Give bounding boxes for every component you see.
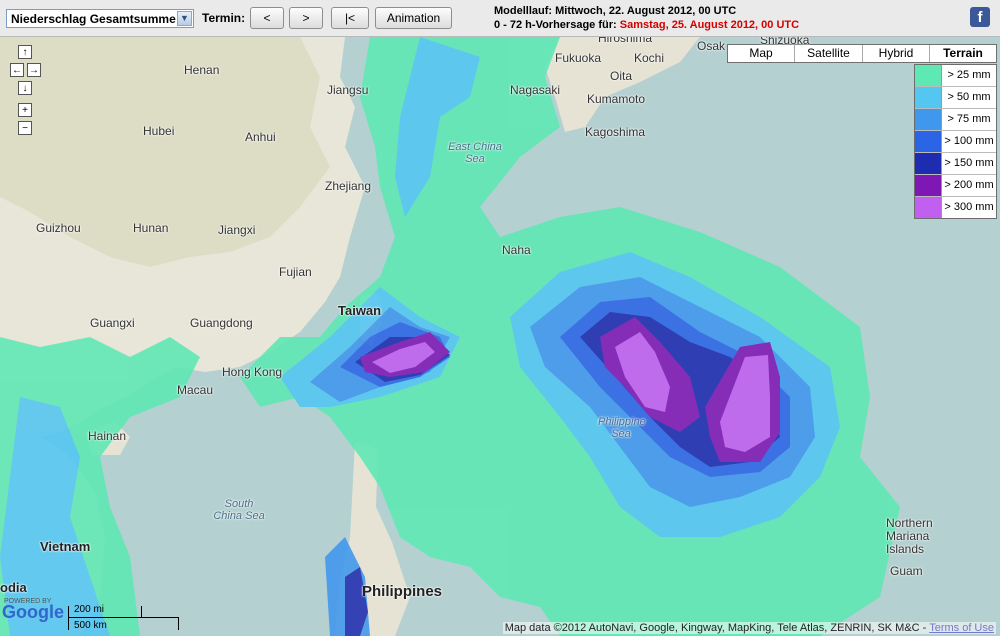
- label-hunan: Hunan: [133, 221, 169, 235]
- chevron-down-icon[interactable]: ▼: [177, 11, 192, 26]
- label-hongkong: Hong Kong: [222, 365, 283, 379]
- facebook-icon[interactable]: f: [970, 7, 990, 27]
- legend-row: > 300 mm: [915, 197, 996, 218]
- label-hainan: Hainan: [88, 429, 127, 443]
- next-button[interactable]: >: [289, 7, 323, 29]
- label-osaka: Osak: [697, 39, 726, 53]
- label-northern-mariana: Northern Mariana Islands: [886, 516, 933, 556]
- legend-label: > 200 mm: [944, 179, 994, 191]
- legend-label: > 75 mm: [947, 113, 991, 125]
- legend-row: > 200 mm: [915, 175, 996, 197]
- precipitation-legend: > 25 mm > 50 mm > 75 mm > 100 mm > 150 mm > 2…: [914, 64, 997, 219]
- label-hiroshima: Hiroshima: [598, 37, 653, 45]
- label-anhui: Anhui: [245, 130, 276, 144]
- forecast-prefix: 0 - 72 h-Vorhersage für:: [494, 19, 617, 31]
- scale-line: [68, 617, 178, 618]
- label-taiwan: Taiwan: [338, 303, 382, 318]
- label-jiangsu: Jiangsu: [327, 83, 369, 97]
- map-type-hybrid[interactable]: Hybrid: [863, 45, 930, 62]
- label-philippines: Philippines: [362, 583, 443, 600]
- map-view[interactable]: ↑ ← → ↓ + − Map Satellite Hybrid Terrain…: [0, 37, 1000, 636]
- label-naha: Naha: [502, 243, 531, 257]
- map-type-map[interactable]: Map: [728, 45, 795, 62]
- legend-row: > 50 mm: [915, 87, 996, 109]
- label-guizhou: Guizhou: [36, 221, 81, 235]
- label-henan: Henan: [184, 63, 220, 77]
- legend-swatch: [915, 87, 942, 108]
- legend-label: > 50 mm: [947, 91, 991, 103]
- label-guangxi: Guangxi: [90, 316, 135, 330]
- label-guangdong: Guangdong: [190, 316, 253, 330]
- label-east-china-sea: East China Sea: [448, 141, 502, 165]
- label-shizuoka: Shizuoka: [760, 37, 810, 47]
- forecast-date: Samstag, 25. August 2012, 00 UTC: [619, 19, 800, 31]
- zoom-in-icon[interactable]: +: [18, 103, 32, 117]
- label-guam: Guam: [890, 564, 923, 578]
- legend-swatch: [915, 197, 942, 218]
- scale-tick: [178, 617, 179, 630]
- attribution-text: Map data ©2012 AutoNavi, Google, Kingway…: [504, 622, 927, 634]
- label-hubei: Hubei: [143, 124, 175, 138]
- legend-row: > 150 mm: [915, 153, 996, 175]
- label-philippine-sea: Philippine Sea: [598, 416, 646, 440]
- map-attribution: Map data ©2012 AutoNavi, Google, Kingway…: [502, 622, 996, 634]
- scale-bar: 200 mi 500 km: [68, 604, 180, 632]
- label-nagasaki: Nagasaki: [510, 83, 561, 97]
- label-kumamoto: Kumamoto: [587, 92, 646, 106]
- pan-right-icon[interactable]: →: [27, 63, 41, 77]
- terms-of-use-link[interactable]: Terms of Use: [929, 622, 994, 634]
- model-run-text: Modelllauf: Mittwoch, 22. August 2012, 0…: [494, 5, 737, 17]
- label-zhejiang: Zhejiang: [325, 179, 372, 193]
- map-type-satellite[interactable]: Satellite: [795, 45, 863, 62]
- label-fukuoka: Fukuoka: [555, 51, 602, 65]
- animation-button[interactable]: Animation: [375, 7, 452, 29]
- zoom-out-icon[interactable]: −: [18, 121, 32, 135]
- previous-button[interactable]: <: [250, 7, 284, 29]
- pan-down-icon[interactable]: ↓: [18, 81, 32, 95]
- label-cambodia: odia: [0, 580, 27, 595]
- run-info: Modelllauf: Mittwoch, 22. August 2012, 0…: [494, 4, 799, 32]
- pan-up-icon[interactable]: ↑: [18, 45, 32, 59]
- label-vietnam: Vietnam: [40, 539, 91, 554]
- google-logo: POWERED BY Google: [2, 598, 64, 623]
- legend-swatch: [915, 153, 942, 174]
- legend-swatch: [915, 65, 942, 86]
- scale-tick: [68, 606, 69, 630]
- legend-label: > 100 mm: [944, 135, 994, 147]
- first-button[interactable]: |<: [331, 7, 369, 29]
- label-jiangxi: Jiangxi: [218, 223, 256, 237]
- legend-row: > 75 mm: [915, 109, 996, 131]
- legend-row: > 25 mm: [915, 65, 996, 87]
- legend-swatch: [915, 131, 942, 152]
- parameter-select[interactable]: Niederschlag Gesamtsumme ▼: [6, 9, 194, 28]
- pan-left-icon[interactable]: ←: [10, 63, 24, 77]
- legend-label: > 150 mm: [944, 157, 994, 169]
- scale-km: 500 km: [74, 620, 107, 631]
- map-type-terrain[interactable]: Terrain: [930, 45, 996, 62]
- legend-label: > 300 mm: [944, 201, 994, 213]
- powered-by-text: POWERED BY: [4, 598, 52, 605]
- label-kagoshima: Kagoshima: [585, 125, 646, 139]
- forecast-line: 0 - 72 h-Vorhersage für: Samstag, 25. Au…: [494, 18, 799, 32]
- legend-label: > 25 mm: [947, 69, 991, 81]
- label-south-china-sea: South China Sea: [213, 498, 265, 522]
- scale-miles: 200 mi: [74, 604, 105, 615]
- parameter-select-value: Niederschlag Gesamtsumme: [11, 12, 176, 26]
- legend-swatch: [915, 175, 942, 196]
- label-oita: Oita: [610, 69, 633, 83]
- scale-tick: [141, 606, 142, 617]
- label-fujian: Fujian: [279, 265, 312, 279]
- google-wordmark: Google: [2, 602, 64, 622]
- termin-label: Termin:: [202, 11, 246, 25]
- legend-swatch: [915, 109, 942, 130]
- label-kochi: Kochi: [634, 51, 665, 65]
- legend-row: > 100 mm: [915, 131, 996, 153]
- label-macau: Macau: [177, 383, 214, 397]
- toolbar: Niederschlag Gesamtsumme ▼ Termin: < > |…: [0, 0, 1000, 37]
